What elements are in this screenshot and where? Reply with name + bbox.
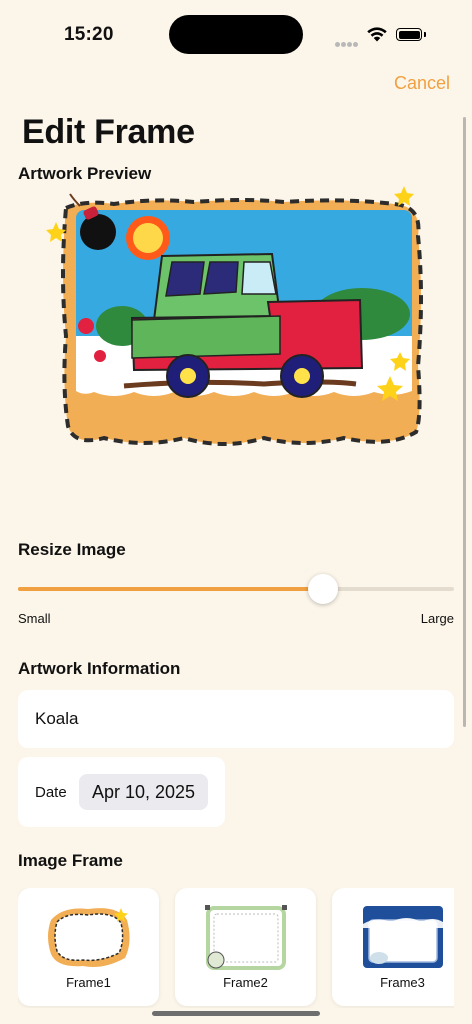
- battery-cap: [424, 32, 426, 37]
- frame3-label: Frame3: [380, 975, 425, 990]
- status-bar: 15:20: [0, 0, 472, 60]
- battery-icon: [396, 28, 422, 41]
- frame2-thumbnail: [205, 905, 287, 970]
- frame-option-1[interactable]: Frame1: [18, 888, 159, 1006]
- wifi-icon: [367, 27, 387, 42]
- dynamic-island: [169, 15, 303, 54]
- image-frame-label: Image Frame: [18, 851, 123, 870]
- frame3-thumbnail: [363, 906, 443, 968]
- frame1-thumbnail: [48, 908, 130, 967]
- status-time: 15:20: [64, 24, 114, 45]
- home-indicator[interactable]: [152, 1011, 320, 1016]
- resize-slider-fill: [18, 587, 324, 591]
- date-label: Date: [35, 784, 67, 801]
- cellular-signal-icon: [335, 34, 359, 52]
- frame2-label: Frame2: [223, 975, 268, 990]
- frame1-label: Frame1: [66, 975, 111, 990]
- frame-carousel[interactable]: Frame1 Frame2 Frame3: [18, 888, 454, 1008]
- frame-option-3[interactable]: Frame3: [332, 888, 454, 1006]
- date-picker[interactable]: Apr 10, 2025: [79, 774, 208, 810]
- date-row: Date Apr 10, 2025: [18, 757, 225, 827]
- resize-slider-thumb[interactable]: [308, 574, 339, 604]
- resize-image-label: Resize Image: [18, 540, 126, 559]
- resize-max-label: Large: [420, 611, 454, 626]
- cancel-button[interactable]: Cancel: [394, 73, 450, 94]
- artwork-name-field[interactable]: Koala: [18, 690, 454, 748]
- scroll-indicator[interactable]: [463, 117, 466, 727]
- artwork-preview-image: [46, 186, 423, 446]
- page-title: Edit Frame: [22, 113, 195, 151]
- artwork-preview-label: Artwork Preview: [18, 164, 152, 183]
- resize-min-label: Small: [18, 611, 51, 626]
- artwork-information-label: Artwork Information: [18, 659, 181, 678]
- frame-option-2[interactable]: Frame2: [175, 888, 316, 1006]
- resize-slider[interactable]: [18, 574, 454, 604]
